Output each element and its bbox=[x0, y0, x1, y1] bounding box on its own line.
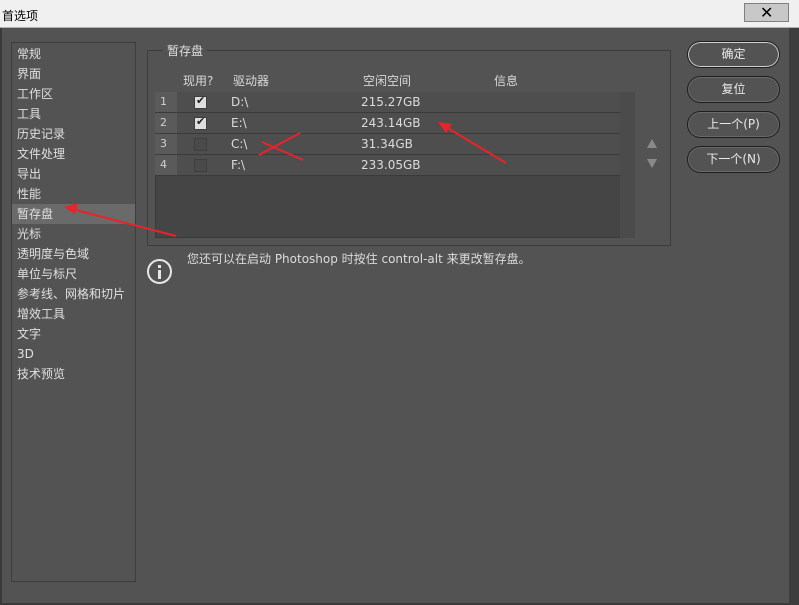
sidebar-item-transparency[interactable]: 透明度与色域 bbox=[12, 244, 135, 264]
free-space: 243.14GB bbox=[361, 116, 421, 130]
drive-name: F:\ bbox=[231, 158, 246, 172]
sidebar-item-cursors[interactable]: 光标 bbox=[12, 224, 135, 244]
sidebar-item-tech-previews[interactable]: 技术预览 bbox=[12, 364, 135, 384]
checkmark-icon: ✔ bbox=[196, 115, 206, 128]
reset-button[interactable]: 复位 bbox=[687, 76, 780, 103]
sidebar-item-guides-grid[interactable]: 参考线、网格和切片 bbox=[12, 284, 135, 304]
previous-button[interactable]: 上一个(P) bbox=[687, 111, 780, 138]
sidebar-item-type[interactable]: 文字 bbox=[12, 324, 135, 344]
column-header-active: 现用? bbox=[183, 74, 214, 88]
sidebar-item-scratch-disks[interactable]: 暂存盘 bbox=[12, 204, 135, 224]
drive-name: C:\ bbox=[231, 137, 248, 151]
title-bar: 首选项 ✕ bbox=[0, 0, 799, 28]
sidebar-item-3d[interactable]: 3D bbox=[12, 344, 135, 364]
sidebar-item-interface[interactable]: 界面 bbox=[12, 64, 135, 84]
close-button[interactable]: ✕ bbox=[744, 3, 789, 22]
info-icon bbox=[147, 259, 172, 284]
group-title: 暂存盘 bbox=[163, 42, 208, 59]
info-message: 您还可以在启动 Photoshop 时按住 control-alt 来更改暂存盘… bbox=[187, 252, 531, 266]
table-row[interactable]: 4 F:\ 233.05GB bbox=[155, 155, 620, 176]
free-space: 31.34GB bbox=[361, 137, 413, 151]
row-number: 3 bbox=[155, 134, 177, 154]
table-row[interactable]: 2 ✔ E:\ 243.14GB bbox=[155, 113, 620, 134]
active-checkbox[interactable]: ✔ bbox=[194, 94, 207, 109]
sidebar-item-history[interactable]: 历史记录 bbox=[12, 124, 135, 144]
move-up-icon[interactable] bbox=[647, 139, 657, 148]
column-header-drive: 驱动器 bbox=[233, 74, 270, 88]
sidebar-item-file-handling[interactable]: 文件处理 bbox=[12, 144, 135, 164]
sidebar-item-plugins[interactable]: 增效工具 bbox=[12, 304, 135, 324]
table-row[interactable]: 1 ✔ D:\ 215.27GB bbox=[155, 92, 620, 113]
move-down-icon[interactable] bbox=[647, 159, 657, 168]
row-number: 4 bbox=[155, 155, 177, 175]
active-checkbox[interactable] bbox=[194, 138, 207, 151]
active-checkbox[interactable] bbox=[194, 159, 207, 172]
column-header-free-space: 空闲空间 bbox=[363, 74, 412, 88]
category-list: 常规 界面 工作区 工具 历史记录 文件处理 导出 性能 暂存盘 光标 透明度与… bbox=[11, 42, 136, 582]
table-scrollbar[interactable] bbox=[620, 92, 635, 238]
ok-button[interactable]: 确定 bbox=[687, 41, 780, 68]
sidebar-item-tools[interactable]: 工具 bbox=[12, 104, 135, 124]
active-checkbox[interactable]: ✔ bbox=[194, 115, 207, 130]
drive-name: D:\ bbox=[231, 95, 249, 109]
column-header-info: 信息 bbox=[494, 74, 519, 88]
close-icon: ✕ bbox=[760, 3, 774, 22]
sidebar-item-units-rulers[interactable]: 单位与标尺 bbox=[12, 264, 135, 284]
free-space: 233.05GB bbox=[361, 158, 421, 172]
sidebar-item-export[interactable]: 导出 bbox=[12, 164, 135, 184]
sidebar-item-performance[interactable]: 性能 bbox=[12, 184, 135, 204]
table-row[interactable]: 3 C:\ 31.34GB bbox=[155, 134, 620, 155]
drive-name: E:\ bbox=[231, 116, 247, 130]
checkmark-icon: ✔ bbox=[196, 94, 206, 107]
next-button[interactable]: 下一个(N) bbox=[687, 146, 780, 173]
sidebar-item-workspace[interactable]: 工作区 bbox=[12, 84, 135, 104]
row-number: 1 bbox=[155, 92, 177, 112]
row-number: 2 bbox=[155, 113, 177, 133]
sidebar-item-general[interactable]: 常规 bbox=[12, 44, 135, 64]
window-edge bbox=[789, 28, 799, 605]
window-title: 首选项 bbox=[2, 9, 39, 23]
free-space: 215.27GB bbox=[361, 95, 421, 109]
